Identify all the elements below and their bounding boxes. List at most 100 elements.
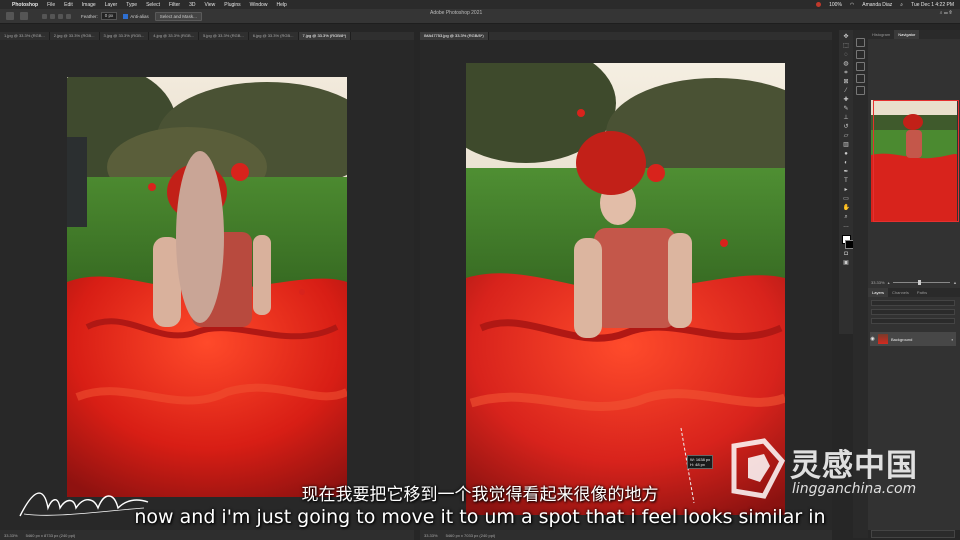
screen-mode-icon[interactable]: ▣ <box>843 260 850 267</box>
search-icon[interactable]: ⌕ <box>940 10 943 16</box>
navigator-thumbnail[interactable] <box>871 100 959 222</box>
path-select-tool-icon[interactable]: ▸ <box>843 187 850 194</box>
tab-layers[interactable]: Layers <box>868 288 889 297</box>
adjustments-panel-icon[interactable] <box>856 62 865 71</box>
layer-filter-row[interactable] <box>871 300 955 306</box>
zoom-tool-icon[interactable]: ⌕ <box>843 214 850 221</box>
menu-plugins[interactable]: Plugins <box>224 2 240 8</box>
tab-doc-6[interactable]: 6.jpg @ 33.3% (RGB... <box>249 32 299 40</box>
move-tool-icon[interactable]: ✥ <box>843 34 850 41</box>
layers-tabs: Layers Channels Paths <box>868 288 960 297</box>
tab-histogram[interactable]: Histogram <box>868 30 894 39</box>
lasso-tool-icon[interactable]: ◌ <box>843 52 850 59</box>
tab-doc-4[interactable]: 4.jpg @ 33.3% (RGB... <box>149 32 199 40</box>
zoom-in-icon[interactable]: ▲ <box>953 280 957 285</box>
shape-tool-icon[interactable]: ▭ <box>843 196 850 203</box>
menu-layer[interactable]: Layer <box>105 2 118 8</box>
dodge-tool-icon[interactable]: ◐ <box>843 160 850 167</box>
healing-tool-icon[interactable]: ✚ <box>843 97 850 104</box>
pen-tool-icon[interactable]: ✒ <box>843 169 850 176</box>
menu-window[interactable]: Window <box>250 2 268 8</box>
crop-tool-icon[interactable]: ⌗ <box>843 70 850 77</box>
left-doc-info[interactable]: 5460 px x 8733 px (240 ppi) <box>26 533 76 538</box>
tab-navigator[interactable]: Navigator <box>894 30 920 39</box>
menu-file[interactable]: File <box>47 2 55 8</box>
share-icon[interactable]: ⇧ <box>949 10 952 16</box>
zoom-slider-knob[interactable] <box>918 280 922 285</box>
intersect-selection-icon[interactable] <box>66 13 71 19</box>
right-doc-info[interactable]: 5460 px x 7033 px (240 ppi) <box>446 533 496 538</box>
layer-row-background[interactable]: ◉ Background ▪ <box>870 332 956 346</box>
layers-footer-buttons[interactable] <box>871 530 955 538</box>
swatches-panel-icon[interactable] <box>856 86 865 95</box>
right-status-bar: 33.33% 5460 px x 7033 px (240 ppi) <box>420 530 832 540</box>
type-tool-icon[interactable]: T <box>843 178 850 185</box>
tab-doc-5[interactable]: 5.jpg @ 33.3% (RGB... <box>199 32 249 40</box>
menu-view[interactable]: View <box>205 2 216 8</box>
tab-doc-3[interactable]: 3.jpg @ 33.3% (RGB... <box>100 32 150 40</box>
layer-name[interactable]: Background <box>891 337 912 342</box>
search-icon[interactable]: ⌕ <box>900 2 903 8</box>
brushes-panel-icon[interactable] <box>856 74 865 83</box>
quick-mask-icon[interactable]: ◘ <box>843 251 850 258</box>
mac-menubar: Photoshop File Edit Image Layer Type Sel… <box>0 0 960 9</box>
tab-paths[interactable]: Paths <box>913 288 931 297</box>
wifi-icon[interactable]: ◠ <box>850 2 854 8</box>
left-zoom-level[interactable]: 33.33% <box>4 533 18 538</box>
eyedropper-tool-icon[interactable]: ⁄ <box>843 88 850 95</box>
new-selection-icon[interactable] <box>42 13 47 19</box>
menu-app-photoshop[interactable]: Photoshop <box>12 2 38 8</box>
lasso-tool-icon[interactable] <box>20 12 28 20</box>
tab-doc-1[interactable]: 1.jpg @ 33.3% (RGB... <box>0 32 50 40</box>
menubar-status-area: 100% ◠ Amanda Diaz ⌕ Tue Dec 1 4:22 PM <box>816 0 954 9</box>
eye-icon[interactable]: ◉ <box>870 336 875 342</box>
left-status-bar: 33.33% 5460 px x 8733 px (240 ppi) <box>0 530 414 540</box>
add-selection-icon[interactable] <box>50 13 55 19</box>
navigator-view-box[interactable] <box>873 100 959 222</box>
navigator-zoom-slider[interactable] <box>892 280 951 285</box>
user-name[interactable]: Amanda Diaz <box>862 2 892 8</box>
feather-input[interactable]: 0 px <box>100 12 118 20</box>
tab-channels[interactable]: Channels <box>888 288 913 297</box>
history-brush-icon[interactable]: ↺ <box>843 124 850 131</box>
left-document-photo[interactable] <box>67 77 347 497</box>
window-controls: ⌕ ▭ ⇧ <box>940 10 952 16</box>
marquee-tool-icon[interactable]: ⬚ <box>843 43 850 50</box>
brush-tool-icon[interactable]: ✎ <box>843 106 850 113</box>
tab-doc-7[interactable]: 7.jpg @ 33.3% (RGB/8*) <box>298 32 352 40</box>
history-panel-icon[interactable] <box>856 38 865 47</box>
antialias-label: Anti-alias <box>130 13 149 19</box>
frame-tool-icon[interactable]: ⊠ <box>843 79 850 86</box>
menu-filter[interactable]: Filter <box>169 2 180 8</box>
tab-doc-2[interactable]: 2.jpg @ 33.3% (RGB... <box>50 32 100 40</box>
record-icon[interactable] <box>816 2 822 7</box>
clock[interactable]: Tue Dec 1 4:22 PM <box>911 2 954 8</box>
right-zoom-level[interactable]: 33.33% <box>424 533 438 538</box>
quick-select-tool-icon[interactable]: ◍ <box>843 61 850 68</box>
lock-icon[interactable]: ▪ <box>952 337 953 342</box>
menu-3d[interactable]: 3D <box>189 2 195 8</box>
lock-row[interactable] <box>871 318 955 324</box>
antialias-checkbox[interactable] <box>123 13 129 19</box>
menu-edit[interactable]: Edit <box>64 2 73 8</box>
workspace-icon[interactable]: ▭ <box>944 10 948 16</box>
gradient-tool-icon[interactable]: ▥ <box>843 142 850 149</box>
menu-type[interactable]: Type <box>126 2 137 8</box>
menu-select[interactable]: Select <box>146 2 160 8</box>
blend-mode-row[interactable] <box>871 309 955 315</box>
navigator-zoom-value[interactable]: 33.33% <box>871 280 885 285</box>
zoom-out-icon[interactable]: ▴ <box>888 280 890 285</box>
hand-tool-icon[interactable]: ✋ <box>843 205 850 212</box>
blur-tool-icon[interactable]: ● <box>843 151 850 158</box>
left-photo-illustration <box>67 77 347 497</box>
properties-panel-icon[interactable] <box>856 50 865 59</box>
stamp-tool-icon[interactable]: ⊥ <box>843 115 850 122</box>
tab-doc-right[interactable]: IMA47753.jpg @ 33.3% (RGB/8*) <box>420 32 489 40</box>
subtract-selection-icon[interactable] <box>58 13 63 19</box>
home-icon[interactable] <box>6 12 14 20</box>
more-tools-icon[interactable]: … <box>843 223 850 230</box>
select-and-mask-button[interactable]: Select and Mask... <box>154 11 202 21</box>
eraser-tool-icon[interactable]: ▱ <box>843 133 850 140</box>
menu-image[interactable]: Image <box>82 2 96 8</box>
menu-help[interactable]: Help <box>276 2 286 8</box>
